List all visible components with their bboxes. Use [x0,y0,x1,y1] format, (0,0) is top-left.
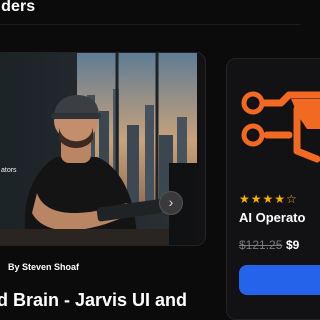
header-divider [0,24,300,25]
sale-price: $9 [286,238,300,252]
seller-line: By Steven Shoaf [8,262,79,272]
star-rating: ★★★★☆ [239,192,298,206]
buy-button[interactable] [239,265,320,295]
product-title[interactable]: nd Brain - Jarvis UI and [0,290,187,311]
orange-logo-icon [241,91,320,163]
chevron-right-icon: › [168,194,174,210]
photo-overlay-label: ators [1,167,17,174]
product-photo[interactable] [0,53,197,245]
photo-illustration [0,53,197,245]
seller-name[interactable]: By Steven Shoaf [8,262,79,272]
product-title-right[interactable]: AI Operato [239,210,305,225]
product-card-left[interactable]: ators › [0,52,206,246]
carousel-next-button[interactable]: › [159,191,183,215]
original-price: $121.25 [239,238,283,252]
page-title: ilders [0,0,36,15]
